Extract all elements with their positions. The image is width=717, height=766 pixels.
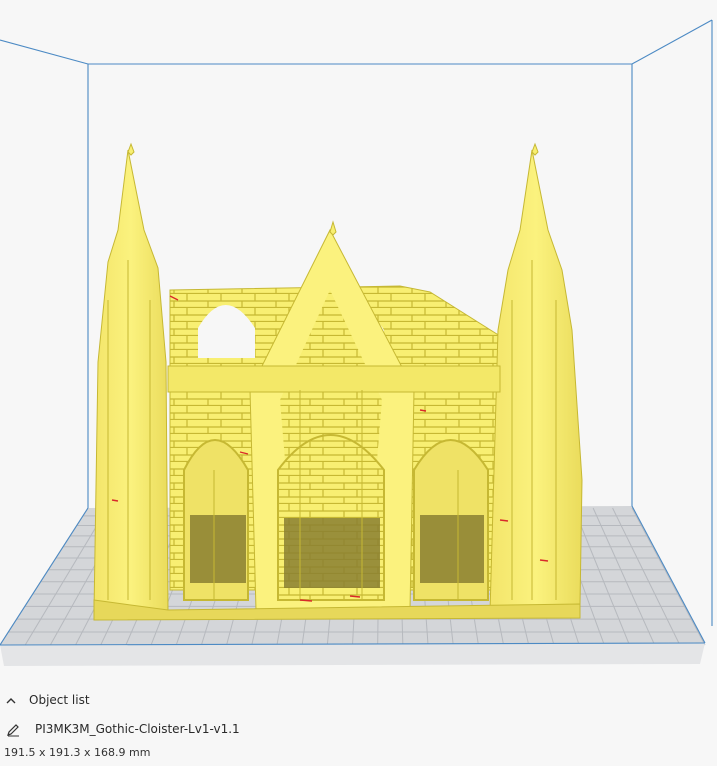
chevron-up-icon	[4, 693, 18, 707]
object-list-label: Object list	[29, 693, 90, 707]
object-list-item[interactable]: PI3MK3M_Gothic-Cloister-Lv1-v1.1	[0, 717, 240, 741]
object-list-toggle[interactable]: Object list	[0, 688, 90, 712]
model-gothic-cloister[interactable]	[93, 142, 583, 621]
3d-viewport[interactable]	[0, 0, 717, 680]
object-name: PI3MK3M_Gothic-Cloister-Lv1-v1.1	[35, 722, 240, 736]
pencil-icon[interactable]	[6, 722, 20, 737]
object-dimensions: 191.5 x 191.3 x 168.9 mm	[4, 746, 151, 759]
